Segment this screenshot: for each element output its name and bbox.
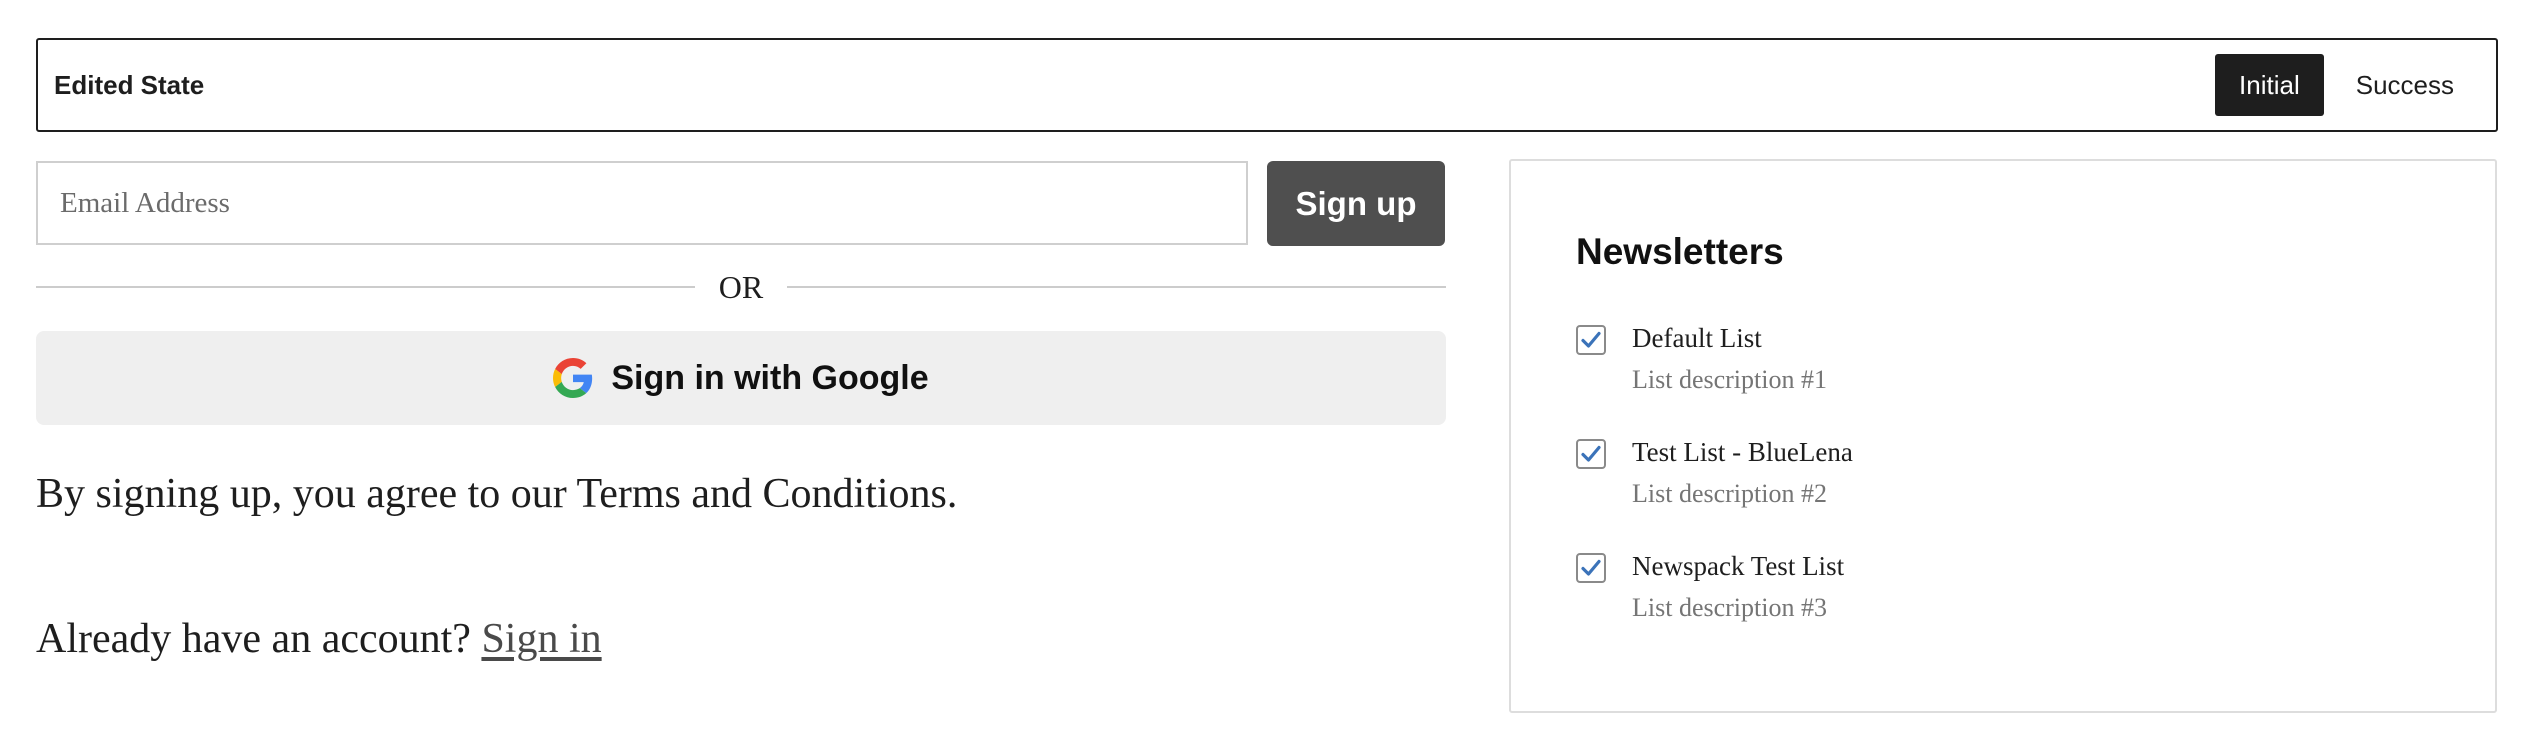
checkmark-icon	[1581, 559, 1601, 576]
newsletter-list-name: Test List - BlueLena	[1632, 437, 1853, 467]
divider-line-left	[36, 286, 695, 288]
newsletter-checkbox[interactable]	[1576, 325, 1606, 355]
google-logo-icon	[553, 358, 593, 398]
newsletter-list-item: Default List List description #1	[1576, 323, 2456, 403]
state-toggle-group: Initial Success	[2215, 54, 2478, 116]
newsletter-list-description: List description #3	[1632, 593, 1827, 622]
or-divider: OR	[36, 262, 1447, 312]
sign-in-with-google-button[interactable]: Sign in with Google	[36, 331, 1446, 425]
newsletter-list-item: Newspack Test List List description #3	[1576, 551, 2456, 631]
state-success-button[interactable]: Success	[2332, 54, 2478, 116]
newsletter-list-name: Default List	[1632, 323, 1762, 353]
state-toolbar-title: Edited State	[54, 69, 205, 100]
checkmark-icon	[1581, 445, 1601, 462]
newsletter-checkbox[interactable]	[1576, 439, 1606, 469]
account-prompt-text: Already have an account?	[36, 616, 471, 662]
newsletter-list-item: Test List - BlueLena List description #2	[1576, 437, 2456, 517]
terms-text: By signing up, you agree to our Terms an…	[36, 471, 958, 517]
newsletters-panel: Newsletters Default List List descriptio…	[1509, 159, 2497, 713]
divider-line-right	[787, 286, 1447, 288]
state-initial-button[interactable]: Initial	[2215, 54, 2324, 116]
newsletter-checkbox[interactable]	[1576, 553, 1606, 583]
newsletters-title: Newsletters	[1576, 231, 1784, 272]
email-input[interactable]	[36, 161, 1248, 245]
sign-up-button[interactable]: Sign up	[1267, 161, 1445, 246]
or-label: OR	[718, 268, 764, 305]
checkmark-icon	[1581, 331, 1601, 348]
newsletter-list-description: List description #1	[1632, 365, 1827, 394]
sign-in-link[interactable]: Sign in	[481, 616, 601, 662]
edited-state-toolbar: Edited State Initial Success	[36, 38, 2498, 132]
newsletter-list-description: List description #2	[1632, 479, 1827, 508]
google-button-label: Sign in with Google	[611, 358, 929, 397]
newsletter-list-name: Newspack Test List	[1632, 551, 1845, 581]
account-prompt-line: Already have an account? Sign in	[36, 615, 602, 663]
